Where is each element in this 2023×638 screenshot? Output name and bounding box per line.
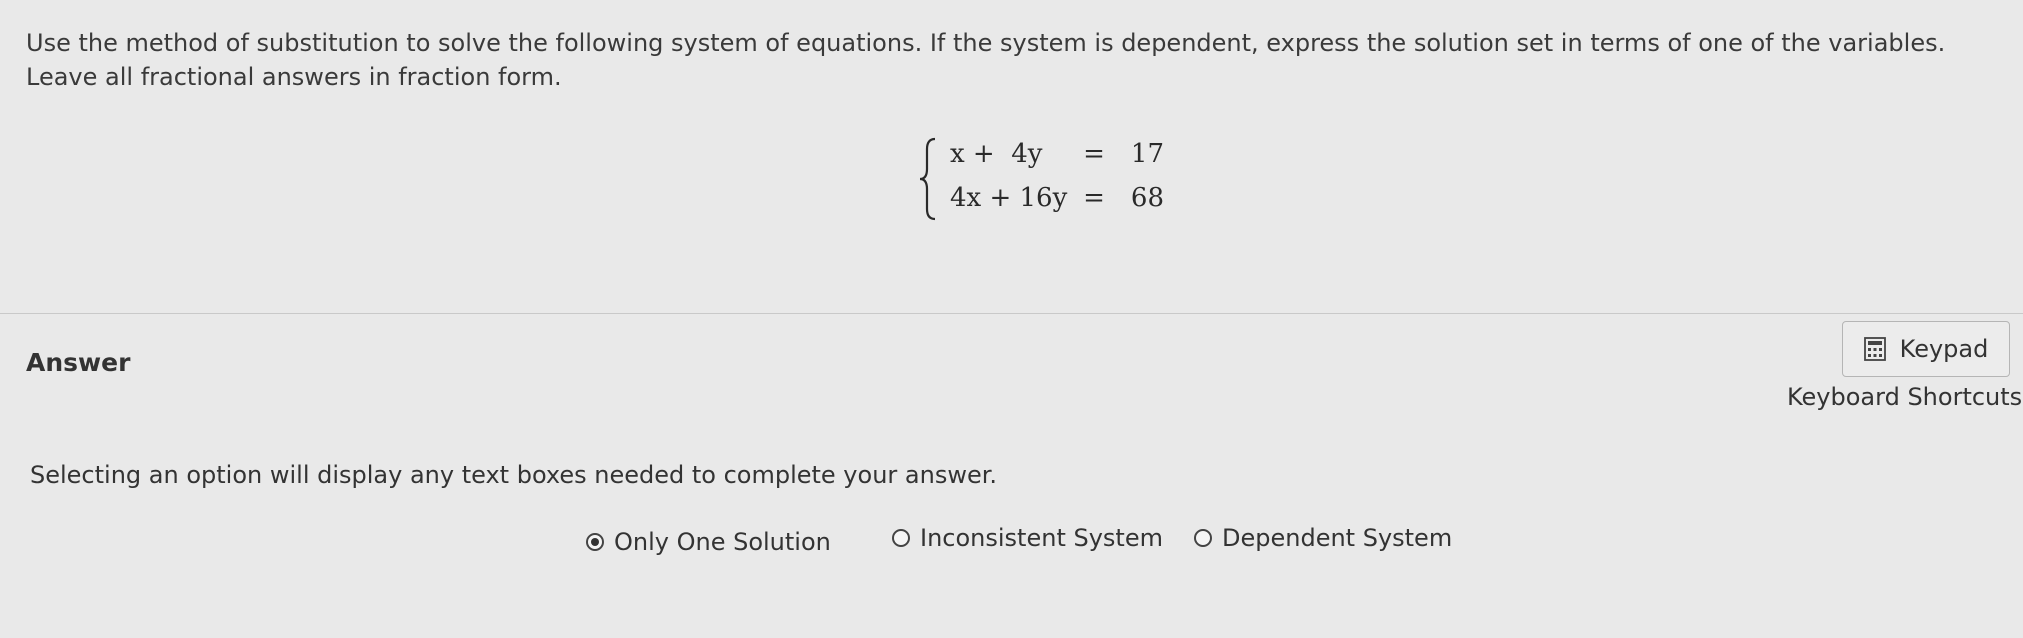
calculator-icon: [1863, 337, 1886, 361]
option-label: Only One Solution: [614, 528, 831, 556]
keypad-label: Keypad: [1899, 335, 1989, 363]
left-brace-icon: [919, 137, 936, 221]
option-dependent-system[interactable]: Dependent System: [1194, 524, 1452, 552]
question-text: Use the method of substitution to solve …: [26, 29, 1946, 91]
equation-1-lhs: x + 4y: [950, 139, 1043, 169]
equation-2-lhs: 4x + 16y: [950, 183, 1068, 213]
section-divider: [0, 313, 2023, 314]
radio-selected-icon[interactable]: [586, 533, 604, 551]
equation-2: 4x + 16y = 68: [950, 183, 1164, 213]
option-inconsistent-system[interactable]: Inconsistent System: [892, 524, 1163, 552]
keypad-button[interactable]: Keypad: [1842, 321, 2010, 377]
keyboard-shortcuts-link[interactable]: Keyboard Shortcuts: [1787, 383, 2022, 411]
answer-heading: Answer: [26, 348, 131, 377]
option-label: Inconsistent System: [920, 524, 1163, 552]
equation-2-rhs: 68: [1130, 183, 1164, 213]
radio-icon[interactable]: [1194, 529, 1212, 547]
answer-instruction: Selecting an option will display any tex…: [30, 461, 998, 489]
equation-1-equals: =: [1083, 139, 1105, 169]
option-only-one-solution[interactable]: Only One Solution: [586, 528, 831, 556]
equation-1: x + 4y = 17: [950, 139, 1164, 169]
radio-icon[interactable]: [892, 529, 910, 547]
equation-1-rhs: 17: [1130, 139, 1164, 169]
equation-2-equals: =: [1083, 183, 1105, 213]
option-label: Dependent System: [1222, 524, 1453, 552]
